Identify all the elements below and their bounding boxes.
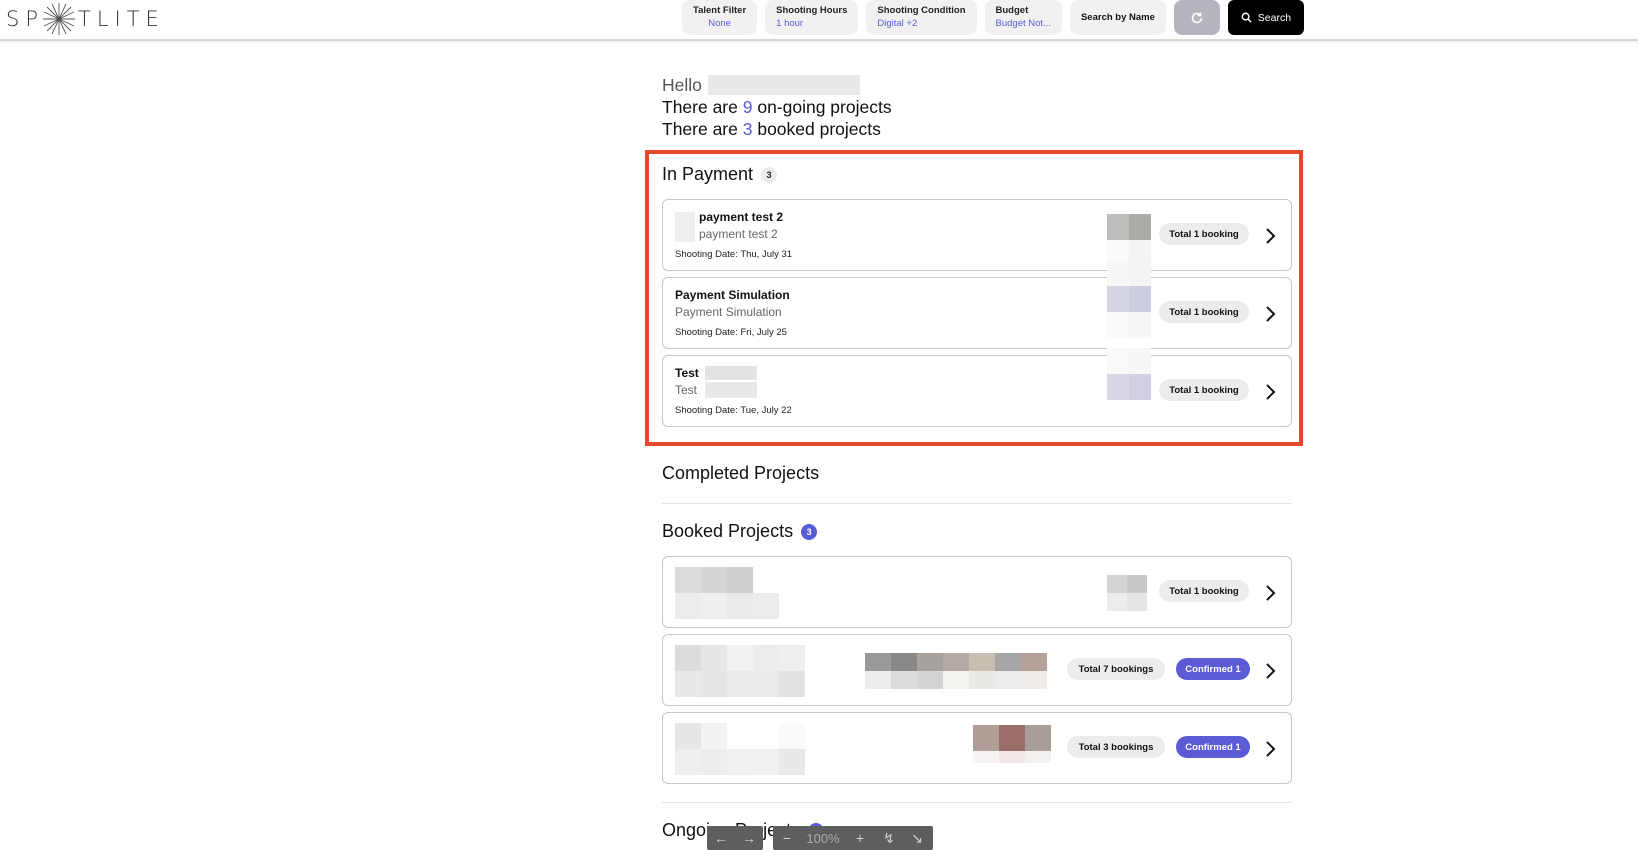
ongoing-pre: There are	[662, 97, 743, 117]
search-button-label: Search	[1257, 11, 1292, 24]
project-title: Payment Simulation	[675, 288, 790, 302]
in-payment-card-1[interactable]: payment test 2 payment test 2 Shooting D…	[662, 199, 1292, 271]
shooting-date: Shooting Date: Tue, July 22	[675, 405, 792, 416]
shooting-hours-label: Shooting Hours	[776, 5, 848, 16]
total-booking-badge: Total 7 bookings	[1067, 658, 1165, 680]
chevron-right-icon[interactable]	[1263, 226, 1277, 246]
talent-thumbnails	[1107, 575, 1147, 611]
logo-text-sp: SP	[6, 7, 44, 31]
in-payment-card-2[interactable]: Payment Simulation Payment Simulation Sh…	[662, 260, 1292, 349]
greeting: Hello There are 9 on-going projects Ther…	[662, 74, 1292, 140]
project-subtitle: Test	[675, 383, 698, 397]
completed-title: Completed Projects	[662, 463, 820, 483]
booked-card-1[interactable]: Total 1 booking	[662, 556, 1292, 628]
total-booking-badge: Total 1 booking	[1159, 301, 1249, 323]
confirmed-badge: Confirmed 1	[1176, 658, 1250, 680]
project-subtitle: payment test 2	[699, 227, 778, 241]
download-icon[interactable]: ↯	[875, 830, 903, 847]
search-by-name-input[interactable]: Search by Name	[1069, 0, 1166, 35]
viewer-nav-toolbar: ← →	[707, 826, 763, 850]
ongoing-count: 9	[742, 97, 753, 117]
booked-count: 3	[742, 119, 753, 139]
ongoing-summary: There are 9 on-going projects	[662, 96, 1292, 118]
talent-thumbnails	[1107, 260, 1151, 338]
in-payment-title: In Payment	[662, 164, 754, 184]
project-redacted	[675, 567, 779, 619]
chevron-right-icon[interactable]	[1263, 304, 1277, 324]
booked-post: booked projects	[752, 119, 881, 139]
project-title: Test	[675, 366, 699, 380]
shooting-date: Shooting Date: Thu, July 31	[675, 249, 793, 260]
total-booking-badge: Total 3 bookings	[1067, 736, 1165, 758]
chevron-right-icon[interactable]	[1263, 382, 1277, 402]
refresh-icon	[1191, 12, 1203, 23]
chevron-right-icon[interactable]	[1263, 661, 1277, 681]
search-button[interactable]: Search	[1227, 0, 1304, 35]
sunburst-icon	[43, 3, 75, 35]
booked-count-badge: 3	[801, 523, 818, 540]
talent-thumbnails	[1107, 348, 1151, 400]
back-arrow-icon[interactable]: ←	[707, 830, 735, 846]
spotlite-logo[interactable]: TLITE SP TLITE	[6, 2, 165, 36]
project-redacted	[675, 723, 805, 775]
greeting-block: Hello There are 9 on-going projects Ther…	[662, 74, 1292, 140]
shooting-hours-value: 1 hour	[776, 18, 804, 29]
in-payment-count: 3	[761, 166, 778, 183]
hello-line: Hello	[662, 74, 1292, 96]
total-booking-badge: Total 1 booking	[1159, 379, 1249, 401]
chevron-right-icon[interactable]	[1263, 583, 1277, 603]
booked-card-2[interactable]: Total 7 bookings Confirmed 1	[662, 634, 1292, 706]
in-payment-heading: In Payment 3	[662, 164, 778, 185]
booked-pre: There are	[662, 119, 743, 139]
talent-filter-label: Talent Filter	[693, 5, 747, 16]
refresh-button[interactable]	[1173, 0, 1220, 35]
chevron-right-icon[interactable]	[1263, 739, 1277, 759]
shooting-hours-filter[interactable]: Shooting Hours 1 hour	[765, 0, 859, 35]
collapse-icon[interactable]: ↘	[903, 830, 931, 847]
talent-thumbnails	[1107, 214, 1151, 266]
project-redacted	[675, 645, 805, 697]
forward-arrow-icon[interactable]: →	[735, 830, 763, 846]
top-navbar: TLITE SP TLITE Talent Filter None Shooti…	[0, 0, 1638, 41]
hello-text: Hello	[662, 75, 702, 95]
booked-summary: There are 3 booked projects	[662, 118, 1292, 140]
in-payment-card-3[interactable]: Test Test Shooting Date: Tue, July 22 To…	[662, 348, 1292, 427]
search-icon	[1241, 12, 1252, 23]
shooting-condition-label: Shooting Condition	[877, 5, 966, 16]
project-thumbnail	[675, 212, 695, 242]
budget-value: Budget Not...	[995, 18, 1051, 29]
zoom-level: 100%	[806, 830, 840, 846]
booked-heading: Booked Projects 3	[662, 521, 818, 542]
booked-title: Booked Projects	[662, 521, 794, 541]
total-booking-badge: Total 1 booking	[1159, 223, 1249, 245]
confirmed-badge: Confirmed 1	[1176, 736, 1250, 758]
subtitle-redacted	[705, 382, 757, 398]
ongoing-post: on-going projects	[752, 97, 892, 117]
title-redacted	[705, 366, 757, 380]
section-divider	[662, 802, 1292, 803]
talent-filter-value: None	[708, 18, 731, 29]
talent-thumbnails	[865, 653, 1047, 689]
user-name-redacted	[707, 75, 860, 95]
shooting-condition-value: Digital +2	[877, 18, 918, 29]
booked-card-3[interactable]: Total 3 bookings Confirmed 1	[662, 712, 1292, 784]
total-booking-badge: Total 1 booking	[1159, 580, 1249, 602]
zoom-out-icon[interactable]: −	[773, 830, 801, 846]
completed-heading: Completed Projects	[662, 463, 819, 484]
talent-filter[interactable]: Talent Filter None	[682, 0, 758, 35]
project-title: payment test 2	[699, 210, 784, 224]
shooting-condition-filter[interactable]: Shooting Condition Digital +2	[866, 0, 977, 35]
zoom-in-icon[interactable]: +	[845, 830, 875, 846]
filter-bar: Talent Filter None Shooting Hours 1 hour…	[682, 0, 1304, 35]
talent-thumbnails	[973, 725, 1051, 763]
budget-filter[interactable]: Budget Budget Not...	[984, 0, 1062, 35]
budget-label: Budget	[995, 5, 1029, 16]
logo-text-tlite: TLITE	[78, 7, 165, 31]
project-subtitle: Payment Simulation	[675, 305, 782, 319]
section-divider	[662, 503, 1292, 504]
viewer-zoom-toolbar: − 100% + ↯ ↘	[773, 826, 933, 850]
shooting-date: Shooting Date: Fri, July 25	[675, 327, 787, 338]
